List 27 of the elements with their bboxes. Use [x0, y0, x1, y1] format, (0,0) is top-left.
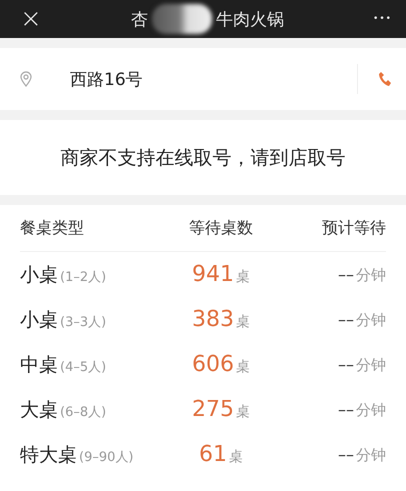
phone-icon[interactable] — [378, 71, 392, 87]
column-header: 餐桌类型 — [20, 218, 85, 238]
table-type: 中桌(4–5人) — [20, 352, 108, 378]
window-title: 杏 — [130, 8, 148, 30]
window-title: 牛肉火锅 — [216, 8, 284, 30]
notice-text: 商家不支持在线取号，请到店取号 — [60, 146, 346, 170]
wait-time: ––分钟 — [337, 310, 386, 330]
table-type: 特大桌(9–90人) — [20, 442, 134, 468]
redaction-mark — [152, 4, 212, 34]
wait-count: 275 桌 — [191, 397, 251, 422]
wait-time: ––分钟 — [337, 400, 386, 420]
wait-count: 606 桌 — [191, 352, 251, 377]
table-type: 小桌(1–2人) — [20, 262, 108, 288]
wait-count: 61 桌 — [198, 442, 244, 467]
wait-time: ––分钟 — [337, 264, 386, 284]
close-icon[interactable]: × — [20, 6, 42, 32]
address-text: 西路16号 — [70, 68, 144, 90]
column-header: 预计等待 — [321, 218, 386, 238]
wait-count: 383 桌 — [191, 307, 251, 332]
location-pin-icon — [20, 71, 32, 87]
wait-count: 941 桌 — [191, 262, 251, 287]
more-icon[interactable]: ••• — [373, 14, 392, 24]
wait-time: ––分钟 — [337, 444, 386, 464]
wait-time: ––分钟 — [337, 354, 386, 374]
table-type: 大桌(6–8人) — [20, 398, 108, 422]
column-header: 等待桌数 — [188, 218, 254, 238]
table-type: 小桌(3–3人) — [20, 308, 108, 332]
